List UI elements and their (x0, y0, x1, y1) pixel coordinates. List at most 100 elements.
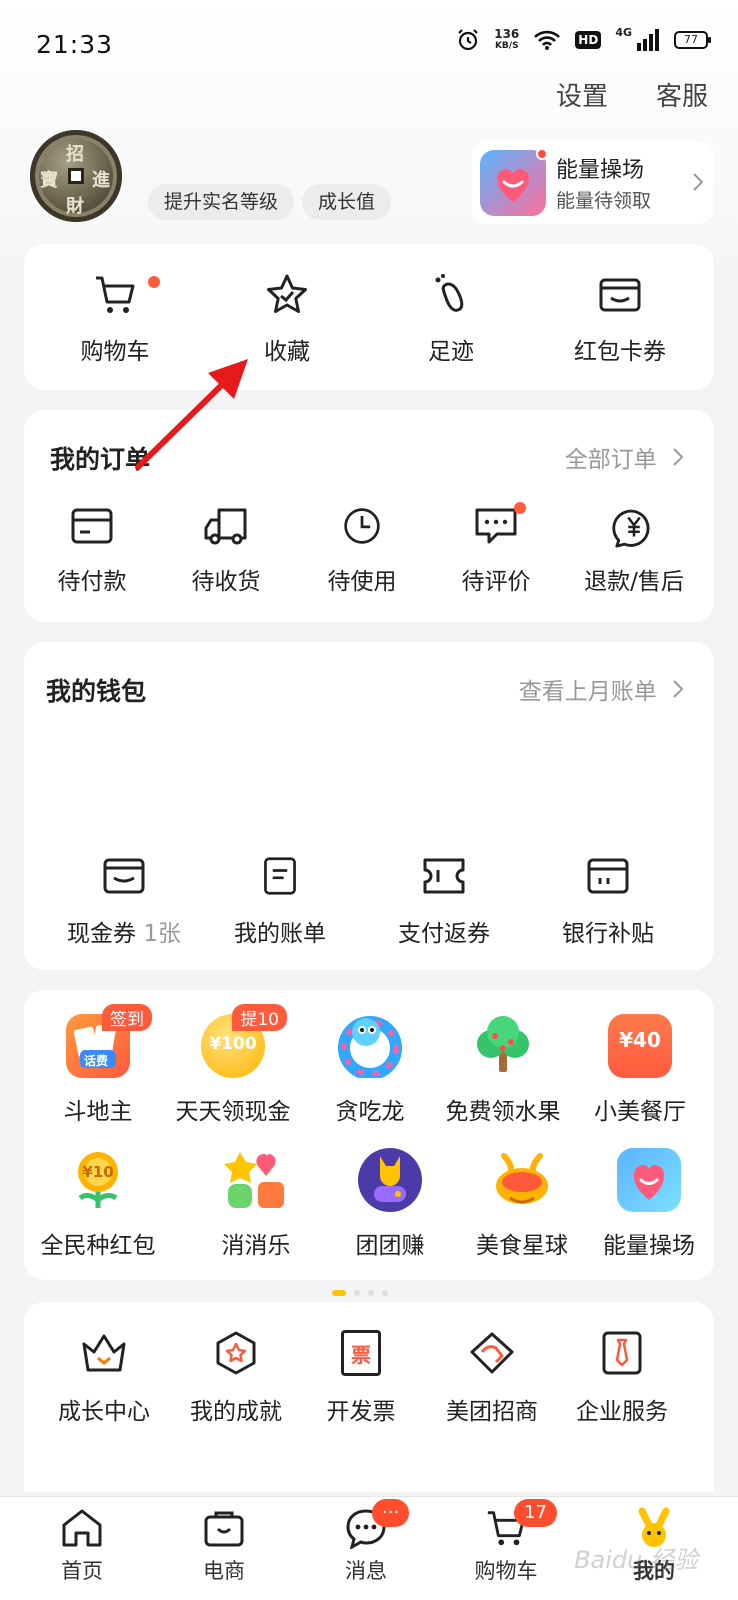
order-pending-payment[interactable]: 待付款 (44, 506, 140, 596)
net-speed-unit: KB/S (494, 41, 519, 51)
service-achievements[interactable]: 我的成就 (176, 1330, 296, 1426)
yen-refund-icon (612, 509, 650, 548)
wallet-bank-subsidy-label: 银行补贴 (562, 921, 654, 947)
game-energy-playground[interactable]: 能量操场 (594, 1148, 704, 1260)
customer-service-link[interactable]: 客服 (656, 76, 708, 113)
game-snake-label: 贪吃龙 (335, 1099, 405, 1125)
all-orders-link[interactable]: 全部订单 (565, 440, 684, 474)
checkin-badge: 签到 (102, 1004, 152, 1031)
game-doudizhu[interactable]: 话费 签到 斗地主 (38, 1004, 158, 1126)
comment-icon (475, 508, 517, 544)
game-energy-playground-label: 能量操场 (603, 1233, 695, 1259)
game-plant-redpacket[interactable]: ¥10 全民种红包 (34, 1148, 162, 1260)
order-pending-payment-label: 待付款 (57, 569, 127, 595)
service-invoice-label: 开发票 (326, 1399, 396, 1425)
tab-shop[interactable]: 电商 (174, 1507, 274, 1585)
energy-heart-icon (480, 148, 548, 216)
game-doudizhu-label: 斗地主 (63, 1099, 133, 1125)
quick-favorites[interactable]: 收藏 (242, 272, 332, 366)
realname-level-pill[interactable]: 提升实名等级 (148, 184, 295, 220)
messages-badge: ··· (372, 1499, 410, 1527)
service-merchant-label: 美团招商 (446, 1399, 538, 1425)
orders-card: 我的订单 全部订单 待付款 待收货 待使用 待评价 退款/售后 (24, 410, 714, 622)
wallet-bank-subsidy[interactable]: 银行补贴 (548, 856, 668, 948)
tab-home[interactable]: 首页 (32, 1507, 132, 1585)
wallet-cash-coupon[interactable]: 现金券 1张 (44, 856, 204, 948)
game-tuantuan[interactable]: 团团赚 (330, 1148, 450, 1260)
card-icon (71, 508, 113, 544)
all-orders-label: 全部订单 (564, 447, 657, 473)
game-free-fruit-label: 免费领水果 (445, 1099, 561, 1125)
service-growth-center-label: 成长中心 (58, 1399, 150, 1425)
game-free-fruit[interactable]: 免费领水果 (428, 1014, 578, 1126)
cart-icon (96, 276, 135, 313)
top-links: 设置 客服 (556, 76, 708, 113)
flower-icon-text: ¥10 (82, 1163, 114, 1181)
coin-hole (68, 168, 84, 184)
home-icon (62, 1509, 102, 1547)
order-pending-review-label: 待评价 (461, 569, 531, 595)
game-snake[interactable]: 贪吃龙 (310, 1014, 430, 1126)
order-refund[interactable]: 退款/售后 (574, 506, 694, 596)
tie-icon (602, 1331, 642, 1375)
service-achievements-label: 我的成就 (190, 1399, 282, 1425)
pager-dot-active (332, 1290, 346, 1296)
game-daily-cash[interactable]: ¥100 提10 天天领现金 (168, 1004, 298, 1126)
game-tuantuan-label: 团团赚 (355, 1233, 425, 1259)
wallet-card-icon (599, 278, 641, 312)
cash-coin-text: ¥100 (209, 1034, 257, 1054)
cash-coupon-count: 1张 (143, 921, 181, 947)
game-food-planet[interactable]: 美食星球 (462, 1148, 582, 1260)
quick-cart[interactable]: 购物车 (70, 272, 160, 366)
snake-icon (338, 1014, 402, 1080)
quick-footprint[interactable]: 足迹 (406, 272, 496, 366)
doudizhu-icon: 话费 签到 (66, 1004, 152, 1078)
service-growth-center[interactable]: 成长中心 (44, 1330, 164, 1426)
order-refund-label: 退款/售后 (584, 569, 684, 595)
net-speed-value: 136 (494, 27, 520, 41)
cash-coin-icon: ¥100 提10 (201, 1004, 287, 1078)
ticket-icon (423, 858, 465, 894)
service-merchant[interactable]: 美团招商 (432, 1330, 552, 1426)
quick-coupons-label: 红包卡券 (574, 339, 666, 365)
handshake-icon (470, 1332, 514, 1374)
service-invoice[interactable]: 票 开发票 (306, 1330, 416, 1426)
tab-messages[interactable]: ··· 消息 (316, 1499, 416, 1585)
order-pending-use[interactable]: 待使用 (314, 506, 410, 596)
network-type: 4G (615, 25, 632, 39)
chevron-right-icon (693, 173, 704, 191)
mini-games-card: 话费 签到 斗地主 ¥100 提10 天天领现金 贪吃龙 免费领水果 ¥40 小… (24, 990, 714, 1280)
avatar-char-left: 寶 (40, 170, 58, 191)
game-restaurant[interactable]: ¥40 小美餐厅 (580, 1014, 700, 1126)
wallet-title: 我的钱包 (46, 677, 147, 706)
shop-bag-icon (204, 1511, 244, 1547)
game-match[interactable]: 消消乐 (196, 1148, 316, 1260)
star-icon (267, 274, 307, 313)
energy-heart-icon (617, 1148, 681, 1212)
service-enterprise[interactable]: 企业服务 (562, 1330, 682, 1426)
order-pending-receipt[interactable]: 待收货 (178, 506, 274, 596)
quick-footprint-label: 足迹 (428, 339, 474, 365)
last-month-bill-link[interactable]: 查看上月账单 (519, 672, 684, 706)
truck-icon (204, 508, 247, 545)
tab-cart-label: 购物车 (474, 1559, 538, 1583)
wallet-cash-coupon-label: 现金券 1张 (44, 914, 204, 948)
wallet-my-bill[interactable]: 我的账单 (220, 856, 340, 948)
avatar[interactable]: 招 進 財 寶 (30, 130, 122, 222)
growth-value-pill[interactable]: 成长值 (302, 184, 392, 220)
chevron-right-icon (673, 448, 684, 466)
order-pending-review[interactable]: 待评价 (448, 502, 544, 596)
wallet-pay-rebate[interactable]: 支付返券 (384, 856, 504, 948)
crown-icon (82, 1334, 126, 1372)
avatar-char-right: 進 (92, 170, 110, 191)
bank-card-icon (587, 858, 629, 894)
energy-playground-card[interactable]: 能量操场 能量待领取 (472, 142, 714, 224)
quick-coupons[interactable]: 红包卡券 (560, 272, 680, 366)
cart-red-dot (148, 276, 160, 288)
settings-link[interactable]: 设置 (556, 76, 608, 113)
hd-badge: HD (575, 31, 602, 49)
cash-coupon-text: 现金券 (67, 921, 137, 947)
tab-cart[interactable]: 17 购物车 (456, 1499, 557, 1585)
pager-dot (382, 1290, 388, 1296)
games-pager (332, 1290, 388, 1296)
